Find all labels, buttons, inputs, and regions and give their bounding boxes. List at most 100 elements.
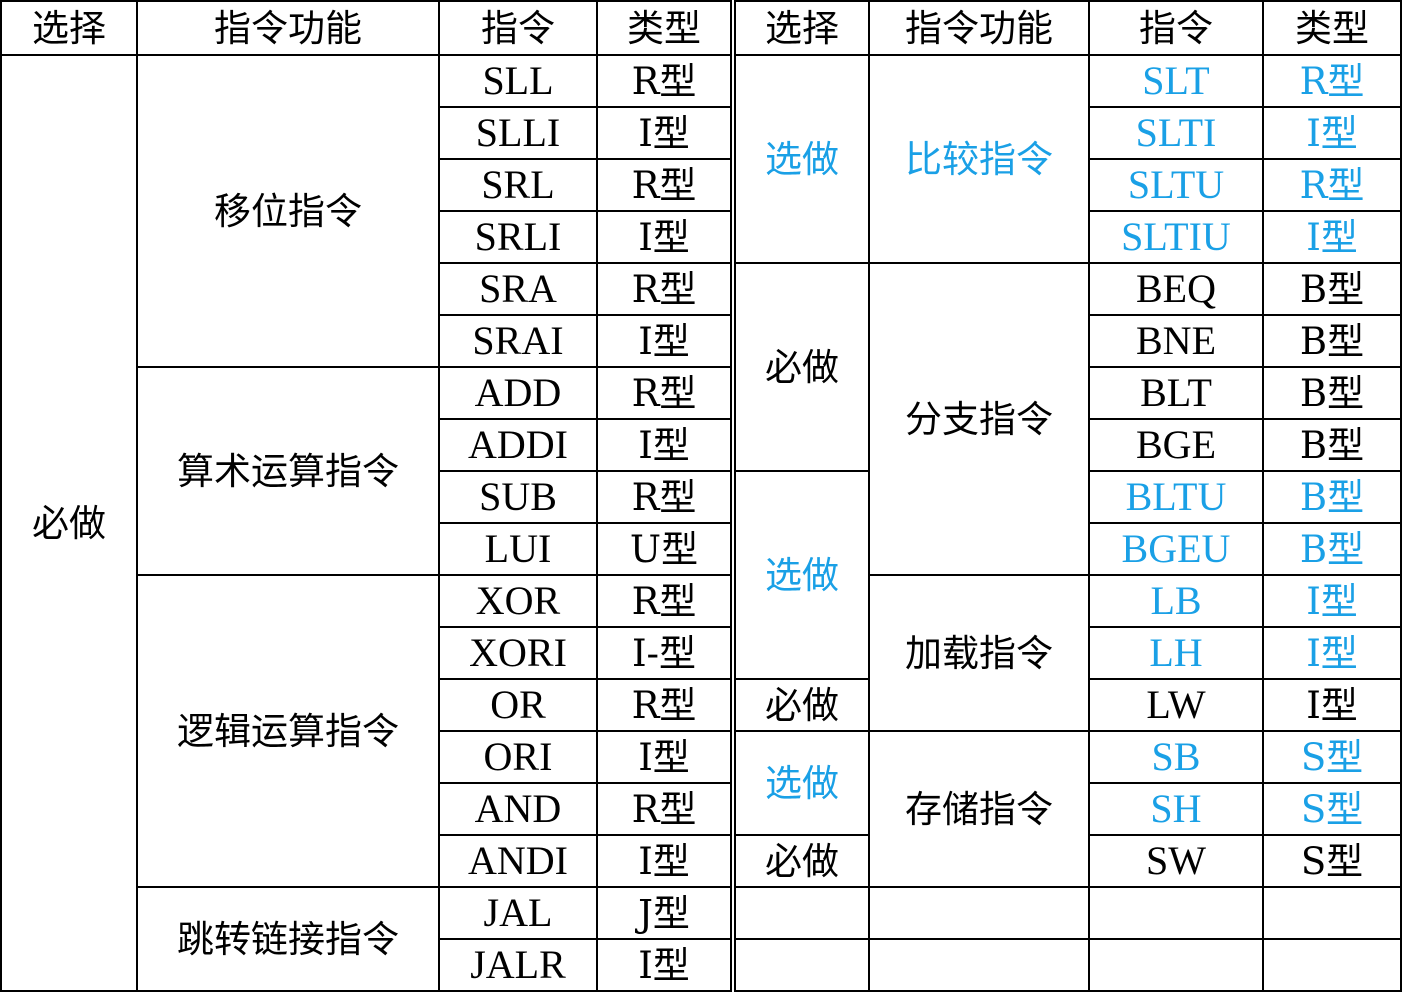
- function-cell: 移位指令: [136, 54, 440, 368]
- instruction-cell: BNE: [1088, 314, 1264, 368]
- instruction-cell: BGEU: [1088, 522, 1264, 576]
- instruction-cell: LW: [1088, 678, 1264, 732]
- instruction-cell: BGE: [1088, 418, 1264, 472]
- header-select: 选择: [734, 0, 870, 56]
- instruction-cell: SLTI: [1088, 106, 1264, 160]
- header-row: 选择 指令功能 指令 类型: [734, 0, 1402, 56]
- type-cell: I型: [1262, 574, 1402, 628]
- type-cell: J型: [596, 886, 732, 940]
- instruction-cell: SLLI: [438, 106, 598, 160]
- empty-cell: [734, 886, 870, 940]
- header-instruction: 指令: [438, 0, 598, 56]
- instruction-tables: 选择 指令功能 指令 类型 必做 移位指令 SLL R型 SLLI I型 SRL…: [0, 0, 1402, 992]
- type-cell: B型: [1262, 366, 1402, 420]
- type-cell: I型: [596, 730, 732, 784]
- type-cell: R型: [1262, 158, 1402, 212]
- type-cell: I型: [1262, 210, 1402, 264]
- table-row: 选做 存储指令 SB S型: [734, 730, 1402, 888]
- type-cell: I型: [596, 210, 732, 264]
- type-cell: R型: [596, 262, 732, 316]
- type-cell: B型: [1262, 314, 1402, 368]
- instruction-cell: LB: [1088, 574, 1264, 628]
- select-cell: 必做: [734, 262, 870, 472]
- header-select: 选择: [0, 0, 138, 56]
- instruction-cell: SRAI: [438, 314, 598, 368]
- table-row: 选做 比较指令 SLT R型: [734, 54, 1402, 264]
- header-row: 选择 指令功能 指令 类型: [0, 0, 732, 56]
- function-cell: 跳转链接指令: [136, 886, 440, 992]
- instruction-cell: BEQ: [1088, 262, 1264, 316]
- header-type: 类型: [596, 0, 732, 56]
- function-cell: 逻辑运算指令: [136, 574, 440, 888]
- instruction-cell: LUI: [438, 522, 598, 576]
- type-cell: R型: [596, 158, 732, 212]
- right-instruction-table: 选择 指令功能 指令 类型 选做 比较指令 SLT R型 SLTI I型 SLT…: [734, 0, 1402, 992]
- empty-cell: [868, 938, 1090, 992]
- instruction-cell: SRL: [438, 158, 598, 212]
- empty-cell: [1088, 886, 1264, 940]
- function-cell: 比较指令: [868, 54, 1090, 264]
- empty-row: [734, 938, 1402, 992]
- header-function: 指令功能: [136, 0, 440, 56]
- instruction-cell: XORI: [438, 626, 598, 680]
- instruction-cell: JAL: [438, 886, 598, 940]
- instruction-cell: SLTIU: [1088, 210, 1264, 264]
- select-cell: 选做: [734, 730, 870, 836]
- header-instruction: 指令: [1088, 0, 1264, 56]
- instruction-cell: SB: [1088, 730, 1264, 784]
- empty-cell: [868, 886, 1090, 940]
- instruction-cell: SUB: [438, 470, 598, 524]
- select-cell: 必做: [734, 834, 870, 888]
- empty-cell: [734, 938, 870, 992]
- function-cell: 加载指令: [868, 574, 1090, 732]
- instruction-cell: SLT: [1088, 54, 1264, 108]
- function-cell: 分支指令: [868, 262, 1090, 576]
- type-cell: B型: [1262, 522, 1402, 576]
- type-cell: B型: [1262, 418, 1402, 472]
- instruction-cell: SRLI: [438, 210, 598, 264]
- instruction-cell: XOR: [438, 574, 598, 628]
- type-cell: I型: [596, 418, 732, 472]
- type-cell: S型: [1262, 834, 1402, 888]
- type-cell: B型: [1262, 470, 1402, 524]
- type-cell: R型: [596, 574, 732, 628]
- type-cell: R型: [596, 54, 732, 108]
- function-cell: 算术运算指令: [136, 366, 440, 576]
- instruction-cell: SH: [1088, 782, 1264, 836]
- type-cell: I型: [596, 314, 732, 368]
- instruction-cell: SLL: [438, 54, 598, 108]
- left-instruction-table: 选择 指令功能 指令 类型 必做 移位指令 SLL R型 SLLI I型 SRL…: [0, 0, 732, 992]
- type-cell: R型: [1262, 54, 1402, 108]
- type-cell: R型: [596, 366, 732, 420]
- type-cell: R型: [596, 678, 732, 732]
- empty-cell: [1262, 938, 1402, 992]
- type-cell: R型: [596, 470, 732, 524]
- table-row: 必做 移位指令 SLL R型: [0, 54, 732, 992]
- select-cell: 必做: [734, 678, 870, 732]
- instruction-cell: SLTU: [1088, 158, 1264, 212]
- type-cell: I型: [596, 106, 732, 160]
- instruction-cell: JALR: [438, 938, 598, 992]
- type-cell: B型: [1262, 262, 1402, 316]
- type-cell: I型: [596, 834, 732, 888]
- type-cell: R型: [596, 782, 732, 836]
- type-cell: U型: [596, 522, 732, 576]
- instruction-cell: ORI: [438, 730, 598, 784]
- type-cell: I型: [1262, 106, 1402, 160]
- table-row: 必做 分支指令 BEQ B型: [734, 262, 1402, 576]
- instruction-cell: BLT: [1088, 366, 1264, 420]
- instruction-cell: OR: [438, 678, 598, 732]
- instruction-cell: AND: [438, 782, 598, 836]
- type-cell: S型: [1262, 782, 1402, 836]
- empty-cell: [1088, 938, 1264, 992]
- select-cell: 选做: [734, 470, 870, 680]
- header-type: 类型: [1262, 0, 1402, 56]
- empty-cell: [1262, 886, 1402, 940]
- instruction-cell: SRA: [438, 262, 598, 316]
- function-cell: 存储指令: [868, 730, 1090, 888]
- select-cell: 必做: [0, 54, 138, 992]
- select-cell: 选做: [734, 54, 870, 264]
- type-cell: I型: [596, 938, 732, 992]
- instruction-cell: ADD: [438, 366, 598, 420]
- type-cell: I型: [1262, 678, 1402, 732]
